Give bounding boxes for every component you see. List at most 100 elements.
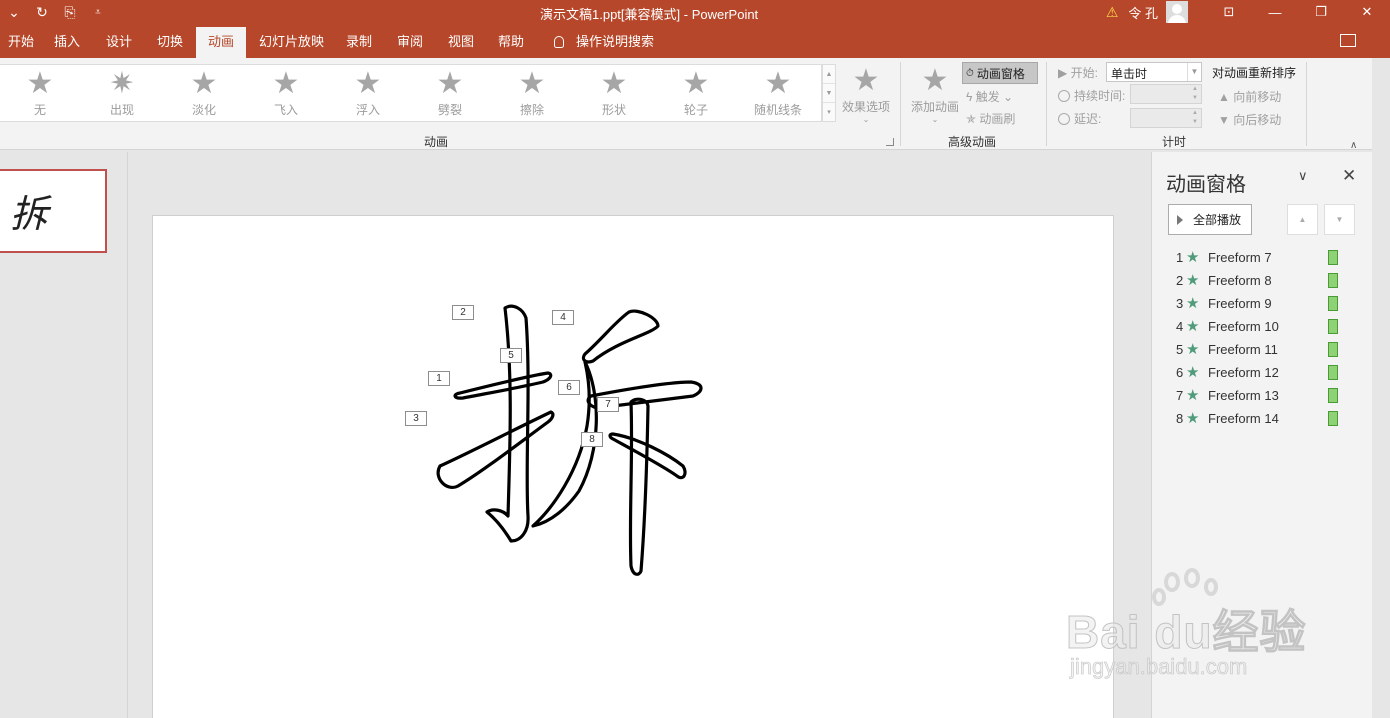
maximize-icon[interactable]: ❐ — [1298, 0, 1344, 24]
animation-tag-3[interactable]: 3 — [405, 411, 427, 426]
warning-icon[interactable]: ⚠ — [1106, 4, 1119, 21]
group-divider — [1046, 62, 1047, 146]
animation-list-item[interactable]: 4 ★ Freeform 10 — [1176, 317, 1356, 337]
clock-icon — [1058, 90, 1070, 102]
animation-split[interactable]: ★ 劈裂 — [420, 67, 480, 121]
animation-tag-5[interactable]: 5 — [500, 348, 522, 363]
animation-wipe[interactable]: ★ 擦除 — [502, 67, 562, 121]
start-select[interactable]: 单击时 ▼ — [1106, 62, 1202, 82]
dialog-launcher-icon[interactable] — [886, 138, 894, 146]
animation-tag-2[interactable]: 2 — [452, 305, 474, 320]
tab-transitions[interactable]: 切换 — [149, 27, 191, 58]
freeform-stroke-7 — [628, 397, 650, 576]
ribbon-display-options-icon[interactable]: ⊡ — [1206, 0, 1252, 24]
star-icon: ★ — [518, 67, 546, 100]
animation-list-item[interactable]: 7 ★ Freeform 13 — [1176, 386, 1356, 406]
gallery-up-icon[interactable]: ▲ — [823, 65, 835, 84]
brush-icon: ✯ — [966, 112, 980, 126]
animation-list-item[interactable]: 1 ★ Freeform 7 — [1176, 248, 1356, 268]
comments-icon[interactable] — [1340, 34, 1356, 47]
spinner-arrows-icon: ▲ ▼ — [1192, 86, 1198, 101]
animation-tag-4[interactable]: 4 — [552, 310, 574, 325]
move-earlier-button[interactable]: ▲ 向前移动 — [1218, 88, 1281, 105]
customize-qat-icon[interactable]: ⩡ — [84, 0, 112, 24]
star-icon: ★ — [1186, 410, 1200, 427]
collapse-ribbon-icon[interactable]: ∧ — [1350, 140, 1357, 151]
animation-none[interactable]: ★ 无 — [10, 67, 70, 121]
star-icon: ★ — [272, 67, 300, 100]
gallery-down-icon[interactable]: ▼ — [823, 84, 835, 103]
animation-fly-in[interactable]: ★ 飞入 — [256, 67, 316, 121]
play-all-button[interactable]: 全部播放 — [1168, 204, 1252, 235]
slide-thumbnail-1[interactable]: 拆 — [0, 169, 107, 253]
group-divider — [900, 62, 901, 146]
tab-animations[interactable]: 动画 — [196, 27, 247, 58]
delay-spinner[interactable]: ▲ ▼ — [1130, 108, 1202, 128]
gallery-more-icon[interactable]: ▾ — [823, 103, 835, 122]
timeline-bar[interactable] — [1328, 273, 1338, 288]
timeline-bar[interactable] — [1328, 365, 1338, 380]
close-icon[interactable]: ✕ — [1342, 166, 1356, 186]
gallery-scroller[interactable]: ▲ ▼ ▾ — [822, 64, 836, 122]
tab-review[interactable]: 审阅 — [389, 27, 431, 58]
move-later-button[interactable]: ▼ 向后移动 — [1218, 111, 1281, 128]
star-icon: ★ — [26, 67, 54, 100]
trigger-button[interactable]: ϟ 触发 ⌄ — [966, 88, 1013, 105]
animation-tag-1[interactable]: 1 — [428, 371, 450, 386]
play-icon — [1177, 214, 1183, 225]
animation-shape[interactable]: ★ 形状 — [584, 67, 644, 121]
animation-appear[interactable]: ✷ 出现 — [92, 67, 152, 121]
tell-me-label: 操作说明搜索 — [576, 34, 655, 49]
tab-design[interactable]: 设计 — [98, 27, 140, 58]
timeline-bar[interactable] — [1328, 411, 1338, 426]
animation-tag-8[interactable]: 8 — [581, 432, 603, 447]
animation-pane-button[interactable]: ⏱ 动画窗格 — [962, 62, 1038, 84]
animation-list-item[interactable]: 2 ★ Freeform 8 — [1176, 271, 1356, 291]
duration-spinner[interactable]: ▲ ▼ — [1130, 84, 1202, 104]
effect-options-button[interactable]: ★ 效果选项 ⌄ — [838, 64, 894, 128]
minimize-icon[interactable]: — — [1252, 0, 1298, 24]
group-label-animation: 动画 — [424, 135, 449, 149]
tell-me-search[interactable]: 操作说明搜索 — [546, 27, 662, 58]
animation-pane-icon: ⏱ — [966, 67, 974, 79]
timeline-bar[interactable] — [1328, 296, 1338, 311]
tab-view[interactable]: 视图 — [440, 27, 482, 58]
animation-list-item[interactable]: 5 ★ Freeform 11 — [1176, 340, 1356, 360]
animation-list-item[interactable]: 8 ★ Freeform 14 — [1176, 409, 1356, 429]
group-label-timing: 计时 — [1162, 135, 1187, 149]
tab-record[interactable]: 录制 — [338, 27, 380, 58]
animation-random-bars[interactable]: ★ 随机线条 — [748, 67, 808, 121]
timeline-bar[interactable] — [1328, 388, 1338, 403]
tab-insert[interactable]: 插入 — [46, 27, 88, 58]
add-animation-button[interactable]: ★ 添加动画 ⌄ — [906, 64, 964, 124]
chevron-down-icon[interactable]: ∨ — [1298, 168, 1308, 184]
star-lines-icon: ★ — [764, 67, 792, 100]
avatar[interactable] — [1166, 1, 1188, 23]
duration-label: 持续时间: — [1058, 87, 1125, 104]
close-icon[interactable]: ✕ — [1344, 0, 1390, 24]
redo-icon[interactable]: ↻ — [28, 0, 56, 24]
animation-list-item[interactable]: 6 ★ Freeform 12 — [1176, 363, 1356, 383]
qat-menu-icon[interactable]: ⌄ — [0, 0, 28, 24]
timeline-bar[interactable] — [1328, 342, 1338, 357]
animation-painter-button[interactable]: ✯ 动画刷 — [966, 110, 1015, 127]
star-icon: ★ — [682, 67, 710, 100]
slide-canvas[interactable]: 1 2 3 4 5 6 7 8 — [152, 215, 1114, 718]
animation-list-item[interactable]: 3 ★ Freeform 9 — [1176, 294, 1356, 314]
animation-tag-7[interactable]: 7 — [597, 397, 619, 412]
timeline-bar[interactable] — [1328, 319, 1338, 334]
animation-wheel[interactable]: ★ 轮子 — [666, 67, 726, 121]
user-name[interactable]: 令 孔 — [1128, 3, 1158, 22]
timeline-bar[interactable] — [1328, 250, 1338, 265]
tab-home[interactable]: 开始 — [0, 27, 42, 58]
animation-float-in[interactable]: ★ 浮入 — [338, 67, 398, 121]
animation-pane: 动画窗格 ∨ ✕ 全部播放 ▲ ▼ 1 ★ Freeform 7 2 ★ Freefor… — [1151, 152, 1372, 718]
animation-tag-6[interactable]: 6 — [558, 380, 580, 395]
clock-icon — [1058, 113, 1070, 125]
animation-fade[interactable]: ★ 淡化 — [174, 67, 234, 121]
start-slideshow-icon[interactable]: ⎘ — [56, 0, 84, 24]
move-down-button[interactable]: ▼ — [1324, 204, 1355, 235]
tab-slideshow[interactable]: 幻灯片放映 — [251, 27, 332, 58]
tab-help[interactable]: 帮助 — [490, 27, 532, 58]
move-up-button[interactable]: ▲ — [1287, 204, 1318, 235]
